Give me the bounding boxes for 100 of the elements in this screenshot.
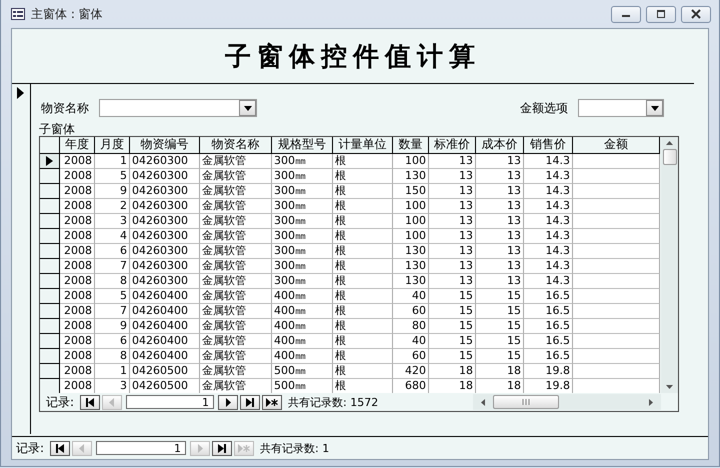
- subform-label: 子窗体: [39, 122, 75, 136]
- scroll-up-icon: [666, 141, 673, 145]
- table-cell: 04260400: [130, 304, 200, 319]
- row-selector[interactable]: [40, 244, 60, 259]
- table-cell: 13: [476, 199, 524, 214]
- scroll-left-icon: [481, 398, 485, 406]
- table-cell: 金属软管: [200, 169, 272, 184]
- last-record-button[interactable]: [212, 440, 232, 456]
- column-header[interactable]: 数量: [393, 137, 429, 153]
- table-cell: 根: [333, 349, 393, 364]
- table-cell: 根: [333, 319, 393, 334]
- table-cell: 13: [476, 214, 524, 229]
- column-header[interactable]: 规格型号: [272, 137, 333, 153]
- table-cell: 金属软管: [200, 334, 272, 349]
- table-cell: 16.5: [524, 319, 573, 334]
- column-header[interactable]: 年度: [60, 137, 95, 153]
- new-record-button[interactable]: [262, 394, 282, 410]
- table-cell: 2008: [60, 184, 95, 199]
- table-cell: 400㎜: [272, 319, 333, 334]
- table-cell: 60: [393, 304, 429, 319]
- row-selector[interactable]: [40, 169, 60, 184]
- close-button[interactable]: [681, 6, 711, 22]
- row-selector[interactable]: [40, 259, 60, 274]
- column-header[interactable]: 月度: [95, 137, 130, 153]
- table-cell: 130: [393, 274, 429, 289]
- table-cell: 15: [429, 349, 476, 364]
- first-record-button[interactable]: [80, 394, 100, 410]
- table-cell: 04260300: [130, 244, 200, 259]
- column-header[interactable]: 成本价: [476, 137, 524, 153]
- column-header[interactable]: 标准价: [429, 137, 476, 153]
- table-cell: 13: [476, 184, 524, 199]
- table-cell: 300㎜: [272, 199, 333, 214]
- table-cell: 400㎜: [272, 349, 333, 364]
- table-cell: 15: [429, 289, 476, 304]
- row-selector[interactable]: [40, 319, 60, 334]
- table-cell: 金属软管: [200, 304, 272, 319]
- row-selector[interactable]: [40, 334, 60, 349]
- table-cell: 根: [333, 289, 393, 304]
- last-record-button[interactable]: [240, 394, 260, 410]
- table-cell: 300㎜: [272, 229, 333, 244]
- table-cell: 13: [429, 274, 476, 289]
- table-cell: 根: [333, 154, 393, 169]
- table-cell: 根: [333, 229, 393, 244]
- table-cell: 2008: [60, 349, 95, 364]
- column-header[interactable]: 物资名称: [200, 137, 272, 153]
- row-selector[interactable]: [40, 274, 60, 289]
- combo-box[interactable]: [99, 99, 257, 117]
- row-selector[interactable]: [40, 229, 60, 244]
- column-header[interactable]: 物资编号: [130, 137, 200, 153]
- table-cell: 100: [393, 199, 429, 214]
- table-cell: 130: [393, 259, 429, 274]
- last-record-icon: [216, 444, 228, 452]
- row-selector[interactable]: [40, 289, 60, 304]
- first-record-button[interactable]: [50, 440, 70, 456]
- record-number-field[interactable]: 1: [126, 395, 214, 409]
- column-header[interactable]: 金额: [573, 137, 660, 153]
- vertical-scrollbar[interactable]: [661, 137, 678, 393]
- next-record-button[interactable]: [218, 394, 238, 410]
- table-cell: 14.3: [524, 214, 573, 229]
- table-cell: 19.8: [524, 364, 573, 379]
- row-selector[interactable]: [40, 154, 60, 169]
- table-cell: 根: [333, 334, 393, 349]
- table-cell: 14.3: [524, 259, 573, 274]
- row-selector[interactable]: [40, 214, 60, 229]
- table-cell: 80: [393, 319, 429, 334]
- table-cell: 04260300: [130, 169, 200, 184]
- row-selector[interactable]: [40, 199, 60, 214]
- column-header[interactable]: 销售价: [524, 137, 573, 153]
- grip-icon: [521, 399, 531, 405]
- table-cell: 2008: [60, 334, 95, 349]
- table-cell: 16.5: [524, 289, 573, 304]
- first-record-icon: [84, 398, 96, 406]
- table-cell: 16.5: [524, 304, 573, 319]
- table-cell: 14.3: [524, 199, 573, 214]
- table-cell: 13: [429, 229, 476, 244]
- combo-box[interactable]: [578, 99, 664, 117]
- record-label: 记录:: [46, 394, 74, 410]
- maximize-button[interactable]: [646, 6, 676, 22]
- row-selector[interactable]: [40, 304, 60, 319]
- scroll-thumb[interactable]: [493, 395, 559, 409]
- table-cell: 15: [476, 334, 524, 349]
- horizontal-scrollbar[interactable]: [473, 394, 661, 410]
- table-cell: 2008: [60, 304, 95, 319]
- record-number-field[interactable]: 1: [96, 441, 186, 455]
- table-cell: 13: [476, 229, 524, 244]
- column-header[interactable]: 计量单位: [333, 137, 393, 153]
- table-cell: 500㎜: [272, 364, 333, 379]
- row-selector[interactable]: [40, 364, 60, 379]
- scroll-thumb[interactable]: [662, 149, 676, 165]
- table-cell: 根: [333, 244, 393, 259]
- table-cell: 420: [393, 364, 429, 379]
- row-selector[interactable]: [40, 184, 60, 199]
- form-icon: [11, 8, 25, 20]
- table-cell: 60: [393, 349, 429, 364]
- row-selector[interactable]: [40, 379, 60, 393]
- first-record-icon: [54, 444, 66, 452]
- minimize-button[interactable]: [611, 6, 641, 22]
- table-cell: 18: [429, 364, 476, 379]
- table-cell: 300㎜: [272, 154, 333, 169]
- row-selector[interactable]: [40, 349, 60, 364]
